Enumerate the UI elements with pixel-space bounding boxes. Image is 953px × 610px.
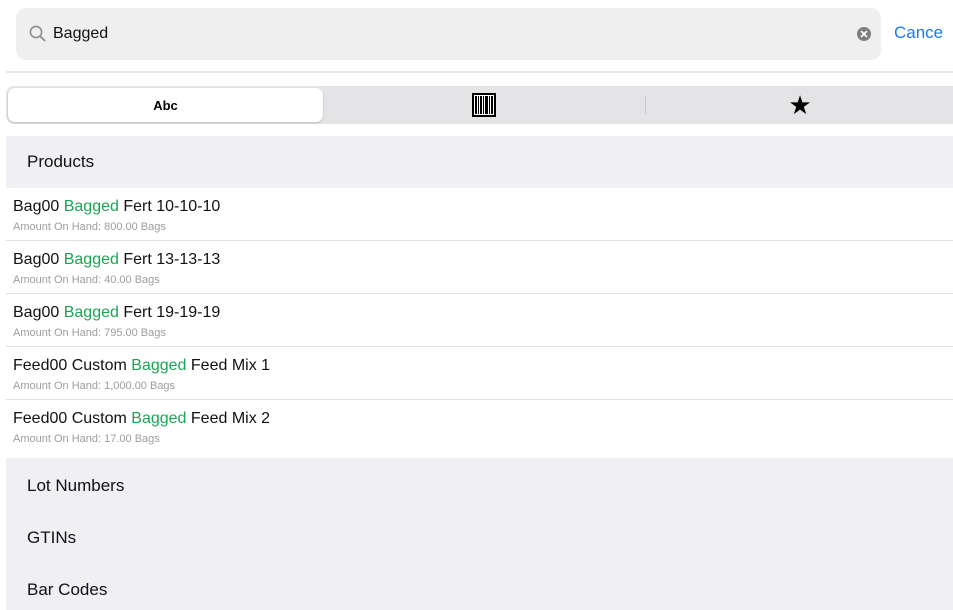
section-lot-numbers[interactable]: Lot Numbers xyxy=(27,476,124,496)
search-icon xyxy=(29,25,46,42)
barcode-icon xyxy=(472,93,496,117)
segment-divider xyxy=(645,96,646,114)
section-title: Products xyxy=(27,152,95,171)
other-sections: Lot Numbers GTINs Bar Codes xyxy=(6,458,953,610)
amount-on-hand: Amount On Hand: 40.00 Bags xyxy=(13,274,160,286)
list-item[interactable]: Bag00 Bagged Fert 10-10-10 Amount On Han… xyxy=(0,188,953,241)
amount-on-hand: Amount On Hand: 1,000.00 Bags xyxy=(13,380,176,392)
section-bar-codes[interactable]: Bar Codes xyxy=(27,580,107,600)
search-input[interactable] xyxy=(53,8,833,60)
product-list: Bag00 Bagged Fert 10-10-10 Amount On Han… xyxy=(0,188,953,453)
search-match: Bagged xyxy=(63,198,119,215)
star-icon: ★ xyxy=(788,89,812,120)
clear-icon xyxy=(860,30,868,38)
product-name: Feed00 Custom Bagged Feed Mix 2 xyxy=(13,410,271,427)
product-name: Feed00 Custom Bagged Feed Mix 1 xyxy=(13,357,271,374)
product-name: Bag00 Bagged Fert 13-13-13 xyxy=(13,251,221,268)
list-item[interactable]: Bag00 Bagged Fert 13-13-13 Amount On Han… xyxy=(0,241,953,294)
segment-abc-label: Abc xyxy=(153,97,178,113)
search-match: Bagged xyxy=(131,357,187,374)
segment-barcode[interactable] xyxy=(324,86,644,124)
section-header-products: Products xyxy=(6,136,953,188)
cancel-button[interactable]: Cance xyxy=(894,22,943,44)
segment-favorites[interactable]: ★ xyxy=(647,86,953,124)
search-field[interactable] xyxy=(16,8,881,60)
clear-search-button[interactable] xyxy=(857,27,871,41)
search-screen: Cance Abc ★ Products xyxy=(0,0,953,610)
search-bar: Cance xyxy=(0,0,953,68)
search-scope-segmented-control: Abc ★ xyxy=(6,86,953,124)
amount-on-hand: Amount On Hand: 800.00 Bags xyxy=(13,221,166,233)
product-name: Bag00 Bagged Fert 10-10-10 xyxy=(13,198,221,215)
amount-on-hand: Amount On Hand: 795.00 Bags xyxy=(13,327,166,339)
product-name: Bag00 Bagged Fert 19-19-19 xyxy=(13,304,221,321)
search-match: Bagged xyxy=(131,410,187,427)
search-match: Bagged xyxy=(63,304,119,321)
segment-abc[interactable]: Abc xyxy=(8,88,323,122)
list-item[interactable]: Bag00 Bagged Fert 19-19-19 Amount On Han… xyxy=(0,294,953,347)
divider xyxy=(6,71,953,73)
list-item[interactable]: Feed00 Custom Bagged Feed Mix 1 Amount O… xyxy=(0,347,953,400)
search-match: Bagged xyxy=(63,251,119,268)
amount-on-hand: Amount On Hand: 17.00 Bags xyxy=(13,433,160,445)
section-gtins[interactable]: GTINs xyxy=(27,528,76,548)
list-item[interactable]: Feed00 Custom Bagged Feed Mix 2 Amount O… xyxy=(0,400,953,453)
